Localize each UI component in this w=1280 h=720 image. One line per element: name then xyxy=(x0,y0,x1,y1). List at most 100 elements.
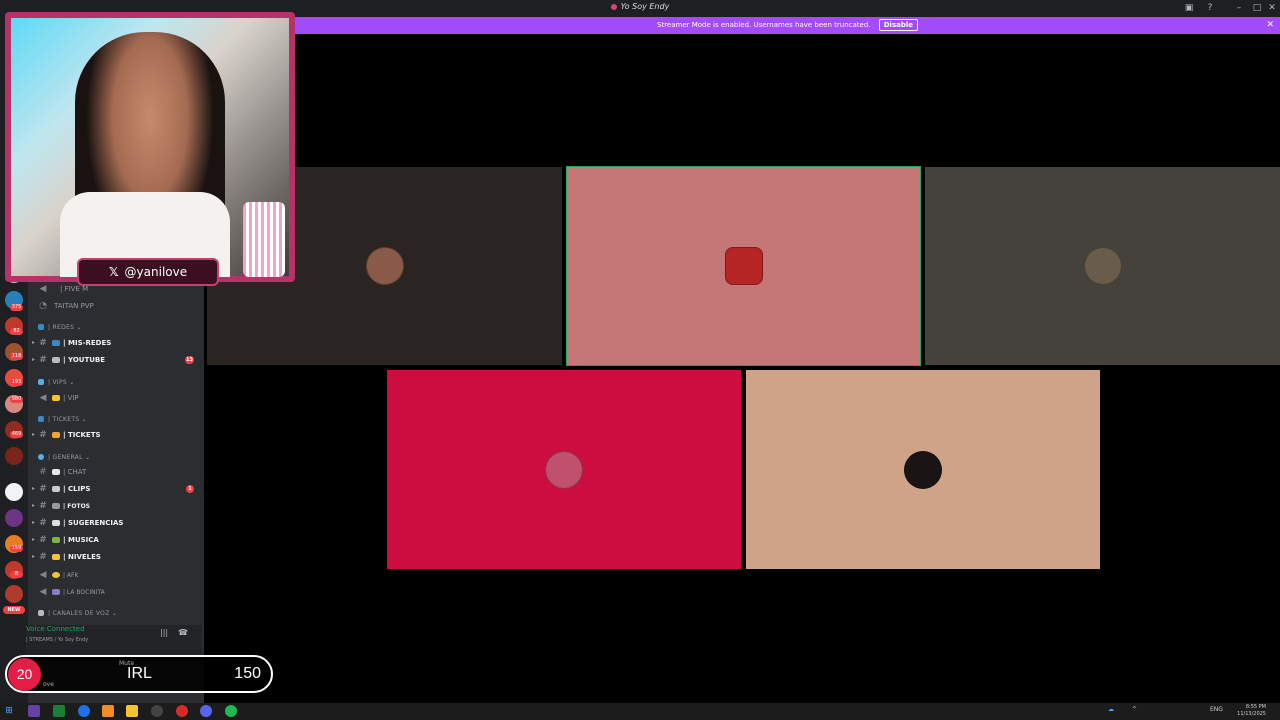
channel-label: | CLIPS xyxy=(63,485,91,493)
clock[interactable]: 8:55 PM 11/13/2025 xyxy=(1237,704,1266,718)
folder-icon[interactable] xyxy=(126,705,138,717)
speaker-icon: ◀ xyxy=(39,587,47,597)
channel-label: | MIS-REDES xyxy=(63,339,112,347)
chevron-up-icon[interactable]: ^ xyxy=(1132,706,1137,713)
category-redes[interactable]: | REDES ⌄ xyxy=(38,322,202,334)
rail-badge: 980 xyxy=(10,396,23,403)
voice-channel-taitan[interactable]: ◔ TAITAN PVP xyxy=(38,299,202,313)
text-channel-mis-redes[interactable]: ▸ # | MIS-REDES xyxy=(32,336,202,350)
hash-icon: # xyxy=(39,535,47,545)
cloud-icon[interactable]: ☁ xyxy=(1108,706,1114,713)
close-icon[interactable]: ✕ xyxy=(1266,17,1274,34)
goal-label: IRL xyxy=(127,665,152,682)
voice-channel-afk[interactable]: ◀ | AFK xyxy=(38,568,202,582)
text-channel-musica[interactable]: ▸ # | MUSICA xyxy=(32,533,202,547)
hash-icon: # xyxy=(39,552,47,562)
text-channel-niveles[interactable]: ▸ # | NIVELES xyxy=(32,550,202,564)
voice-channel-la-bocinita[interactable]: ◀ | LA BOCINITA xyxy=(38,585,202,599)
participant-tile[interactable] xyxy=(387,370,741,569)
browser-icon[interactable] xyxy=(78,705,90,717)
obs-icon[interactable] xyxy=(151,705,163,717)
noise-suppression-icon[interactable]: ||| xyxy=(160,628,168,637)
clip-icon xyxy=(52,486,60,492)
hash-icon: # xyxy=(39,484,47,494)
window-title-text: Yo Soy Endy xyxy=(620,2,670,11)
text-channel-fotos[interactable]: ▸ # | FOTOS xyxy=(32,499,202,513)
channel-label: TAITAN PVP xyxy=(54,302,94,310)
text-channel-sugerencias[interactable]: ▸ # | SUGERENCIAS xyxy=(32,516,202,530)
category-tickets[interactable]: | TICKETS ⌄ xyxy=(38,414,202,426)
irl-goal-widget: 20 ove Mute IRL 150 xyxy=(5,655,273,693)
disconnect-icon[interactable]: ☎ xyxy=(178,628,188,637)
category-vips[interactable]: | VIPS ⌄ xyxy=(38,377,202,389)
sleep-emoji-icon xyxy=(52,572,60,578)
category-label: | TICKETS xyxy=(48,416,80,423)
app-icon[interactable] xyxy=(53,705,65,717)
username-fragment: ove xyxy=(43,681,54,688)
rail-badge: 159 xyxy=(10,545,23,552)
help-icon[interactable]: ? xyxy=(1201,1,1219,15)
text-channel-clips[interactable]: ▸ # | CLIPS 1 xyxy=(32,482,202,496)
category-label: | REDES xyxy=(48,324,75,331)
emoji-icon xyxy=(52,340,60,346)
clock-date: 11/13/2025 xyxy=(1237,711,1266,717)
avatar xyxy=(365,247,404,285)
speaker-icon: ◀ xyxy=(39,393,47,403)
close-window-button[interactable]: ✕ xyxy=(1263,1,1280,15)
server-icon[interactable] xyxy=(5,483,23,501)
server-icon[interactable] xyxy=(5,447,23,465)
hash-icon: # xyxy=(39,430,47,440)
lock-icon: ◔ xyxy=(39,301,47,311)
unread-badge: 1 xyxy=(186,485,194,493)
app-icon[interactable] xyxy=(28,705,40,717)
participant-tile[interactable] xyxy=(925,167,1280,365)
voice-channel-vip[interactable]: ◀ | VIP xyxy=(38,391,202,405)
spotify-icon[interactable] xyxy=(225,705,237,717)
text-channel-youtube[interactable]: ▸ # | YOUTUBE 13 xyxy=(32,353,202,367)
taskbar: ⊞ ☁ ^ ENG 8:55 PM 11/13/2025 xyxy=(0,703,1280,720)
participant-tile-speaking[interactable] xyxy=(566,166,921,366)
channel-label: | VIP xyxy=(63,394,79,402)
participant-tile[interactable] xyxy=(746,370,1100,569)
category-general[interactable]: | GENERAL ⌄ xyxy=(38,452,202,464)
streamer-mode-banner: Streamer Mode is enabled. Usernames have… xyxy=(295,17,1280,34)
speaker-icon xyxy=(38,610,44,616)
chevron-right-icon: ▸ xyxy=(32,431,36,438)
goal-current: 20 xyxy=(8,658,41,691)
chevron-right-icon: ▸ xyxy=(32,519,36,526)
server-icon[interactable] xyxy=(5,585,23,603)
text-channel-chat[interactable]: # | CHAT xyxy=(38,465,202,479)
voice-channel-path[interactable]: | STREAMS / Yo Soy Endy xyxy=(26,637,88,643)
chevron-right-icon: ▸ xyxy=(32,356,36,363)
avatar xyxy=(545,450,583,489)
app-icon[interactable] xyxy=(102,705,114,717)
rail-badge: 469 xyxy=(10,431,23,438)
server-icon[interactable] xyxy=(5,509,23,527)
minimize-button[interactable]: – xyxy=(1230,1,1248,15)
hash-icon: # xyxy=(39,467,47,477)
new-badge: NEW xyxy=(3,606,25,614)
voice-connected-label: Voice Connected xyxy=(26,625,85,633)
channel-label: | YOUTUBE xyxy=(63,356,106,364)
avatar xyxy=(904,450,942,489)
windows-start-icon[interactable]: ⊞ xyxy=(3,705,15,717)
channel-label: | TICKETS xyxy=(63,431,101,439)
channel-label: | AFK xyxy=(63,572,79,579)
chevron-right-icon: ▸ xyxy=(32,339,36,346)
inbox-icon[interactable]: ▣ xyxy=(1180,1,1198,15)
avatar xyxy=(724,247,763,285)
category-icon xyxy=(38,454,44,460)
clock-time: 8:55 PM xyxy=(1245,704,1266,710)
category-icon xyxy=(38,324,44,330)
rail-badge: 118 xyxy=(10,353,23,360)
language-indicator[interactable]: ENG xyxy=(1210,706,1223,713)
discord-icon[interactable] xyxy=(200,705,212,717)
trophy-icon xyxy=(52,554,60,560)
app-icon[interactable] xyxy=(176,705,188,717)
disable-streamer-mode-button[interactable]: Disable xyxy=(878,19,918,31)
chevron-right-icon: ▸ xyxy=(32,553,36,560)
ticket-icon xyxy=(52,432,60,438)
category-canales-de-voz[interactable]: | CANALES DE VOZ ⌄ xyxy=(38,608,202,620)
avatar xyxy=(1083,247,1122,285)
text-channel-tickets[interactable]: ▸ # | TICKETS xyxy=(32,428,202,442)
